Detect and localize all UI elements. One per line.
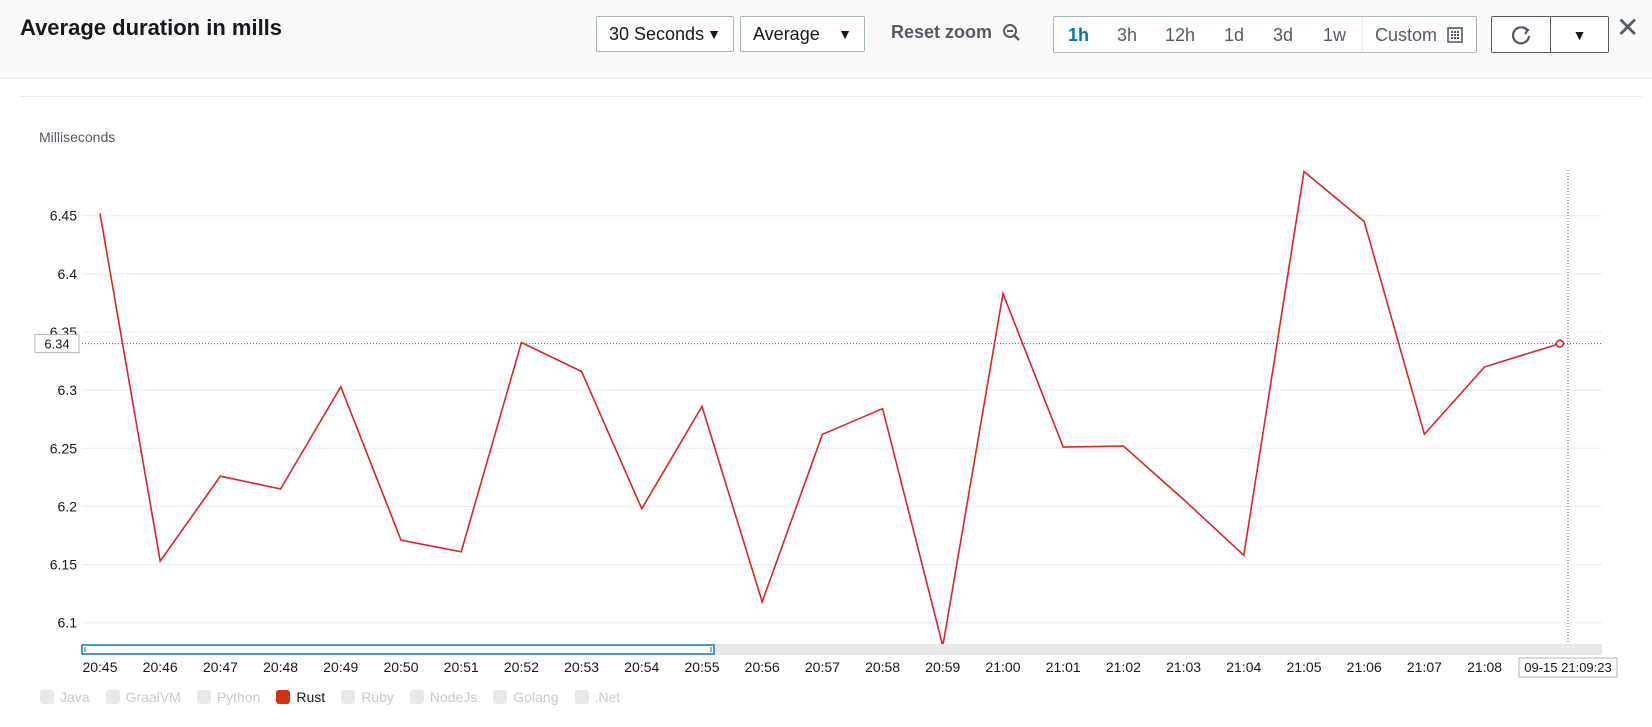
x-tick-label: 20:54	[624, 659, 659, 675]
line-chart[interactable]: Milliseconds 6.16.156.26.256.36.356.46.4…	[0, 0, 1652, 727]
legend-swatch	[341, 690, 356, 704]
legend-item-java[interactable]: Java	[40, 689, 90, 705]
grid-lines	[82, 215, 1602, 624]
x-axis-ticks: 20:45 20:46 20:47 20:48 20:49 20:50 20:51 20:52…	[82, 657, 1618, 678]
legend-swatch	[574, 690, 589, 704]
y-tick-label: 6.15	[50, 557, 77, 573]
x-tick-label: 20:47	[203, 659, 238, 675]
legend-label: .Net	[594, 689, 621, 705]
x-tick-label: 21:07	[1407, 659, 1442, 675]
y-tick-label: 6.4	[58, 266, 78, 282]
crosshair-value: 6.34	[44, 337, 69, 352]
crosshair: 6.34	[34, 170, 1602, 644]
crosshair-time: 09-15 21:09:23	[1524, 660, 1611, 675]
y-tick-label: 6.1	[58, 615, 78, 631]
series-line-rust	[99, 169, 1561, 647]
x-tick-label: 21:06	[1347, 659, 1382, 675]
legend-item-dotnet[interactable]: .Net	[574, 689, 621, 705]
legend-label: Rust	[296, 689, 326, 705]
legend-swatch	[409, 690, 424, 704]
legend-item-rust[interactable]: Rust	[276, 689, 325, 705]
legend-item-nodejs[interactable]: NodeJs	[409, 689, 478, 705]
x-tick-label: 20:49	[323, 659, 358, 675]
x-tick-label: 21:08	[1467, 659, 1502, 675]
x-tick-label: 20:55	[684, 659, 719, 675]
legend-item-graalvm[interactable]: GraalVM	[105, 689, 181, 705]
x-tick-label: 21:00	[985, 659, 1020, 675]
legend-label: GraalVM	[125, 689, 181, 705]
x-tick-label: 20:46	[143, 659, 178, 675]
zoom-navigator[interactable]	[81, 644, 1602, 655]
series-layer	[99, 169, 1561, 647]
x-tick-label: 20:51	[444, 659, 479, 675]
x-tick-label: 20:57	[805, 659, 840, 675]
legend-swatch	[493, 690, 508, 704]
y-axis-label: Milliseconds	[39, 129, 115, 145]
x-tick-label: 20:50	[383, 659, 418, 675]
legend-label: Golang	[513, 689, 559, 705]
legend-label: Ruby	[361, 689, 394, 705]
x-tick-label: 20:48	[263, 659, 298, 675]
legend-swatch	[276, 690, 291, 704]
legend-item-ruby[interactable]: Ruby	[341, 689, 394, 705]
x-tick-label: 21:02	[1106, 659, 1141, 675]
y-tick-label: 6.3	[58, 382, 78, 398]
legend-label: NodeJs	[429, 689, 478, 705]
legend-swatch	[40, 690, 54, 704]
legend: Java GraalVM Python Rust Ruby NodeJs Gol…	[40, 689, 636, 705]
legend-label: Java	[60, 689, 90, 705]
legend-swatch	[105, 690, 120, 704]
x-tick-label: 20:45	[82, 659, 117, 675]
legend-label: Python	[216, 689, 261, 705]
x-tick-label: 20:58	[865, 659, 900, 675]
x-tick-label: 20:56	[745, 659, 780, 675]
x-tick-label: 21:01	[1046, 659, 1081, 675]
legend-item-golang[interactable]: Golang	[493, 689, 559, 705]
navigator-selection[interactable]	[81, 644, 715, 655]
legend-swatch	[196, 690, 211, 704]
x-tick-label: 20:52	[504, 659, 539, 675]
x-tick-label: 21:05	[1286, 659, 1321, 675]
x-tick-label: 21:03	[1166, 659, 1201, 675]
x-tick-label: 20:53	[564, 659, 599, 675]
y-tick-label: 6.45	[50, 208, 77, 224]
hover-point-marker	[1555, 339, 1565, 348]
legend-item-python[interactable]: Python	[196, 689, 261, 705]
x-tick-label: 20:59	[925, 659, 960, 675]
x-tick-label: 21:04	[1226, 659, 1261, 675]
y-tick-label: 6.25	[50, 440, 77, 456]
y-axis-ticks: 6.16.156.26.256.36.356.46.45	[50, 208, 77, 631]
y-tick-label: 6.2	[58, 498, 78, 514]
